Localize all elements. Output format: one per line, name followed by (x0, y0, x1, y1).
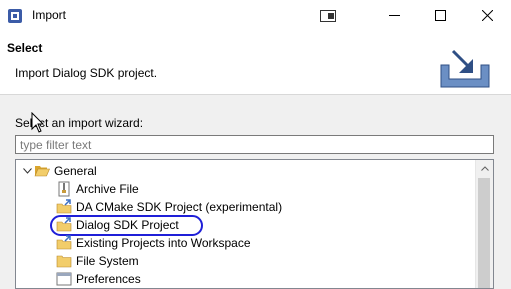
tree-item-preferences[interactable]: Preferences (56, 270, 493, 288)
vertical-scrollbar[interactable] (475, 160, 493, 288)
page-title: Select (7, 41, 43, 55)
maximize-button[interactable] (417, 0, 463, 31)
title-bar: Import (0, 0, 511, 31)
close-icon (481, 10, 493, 21)
tree-item-file-system[interactable]: File System (56, 252, 493, 270)
archive-file-icon (56, 181, 72, 197)
chevron-up-icon (480, 166, 489, 171)
wizard-tree[interactable]: General Archive File DA CMake SDK Projec… (15, 159, 494, 289)
scrollbar-thumb[interactable] (478, 178, 490, 288)
filter-field[interactable] (15, 135, 494, 154)
app-icon (8, 9, 22, 23)
import-project-icon (56, 199, 72, 215)
wizard-header: Select Import Dialog SDK project. (0, 31, 511, 95)
folder-icon (56, 253, 72, 269)
tree-item-general[interactable]: General (20, 162, 480, 180)
minimize-button[interactable] (371, 0, 417, 31)
layout-icon (320, 9, 336, 22)
page-description: Import Dialog SDK project. (15, 66, 158, 80)
import-wizard-graphic-icon (440, 49, 490, 88)
preferences-icon (56, 271, 72, 287)
chevron-down-icon[interactable] (20, 164, 34, 178)
tree-item-existing-projects[interactable]: Existing Projects into Workspace (56, 234, 493, 252)
tree-item-da-cmake-sdk-project[interactable]: DA CMake SDK Project (experimental) (56, 198, 493, 216)
tree-item-label: Archive File (76, 182, 139, 196)
filter-input[interactable] (16, 136, 493, 153)
minimize-icon (388, 14, 400, 16)
tree-item-label: Preferences (76, 272, 141, 286)
tree-item-label: File System (76, 254, 139, 268)
tree-item-label: General (54, 164, 97, 178)
selection-highlight-ring (50, 215, 203, 236)
tree-item-archive-file[interactable]: Archive File (56, 180, 493, 198)
tree-item-label: Existing Projects into Workspace (76, 236, 251, 250)
maximize-icon (434, 10, 446, 21)
window-title: Import (32, 8, 67, 22)
scroll-up-button[interactable] (476, 160, 493, 177)
restore-layout-button[interactable] (305, 0, 351, 31)
import-project-icon (56, 235, 72, 251)
mouse-cursor-icon (31, 112, 45, 133)
folder-open-icon (34, 163, 50, 179)
tree-item-label: DA CMake SDK Project (experimental) (76, 200, 283, 214)
close-button[interactable] (464, 0, 510, 31)
